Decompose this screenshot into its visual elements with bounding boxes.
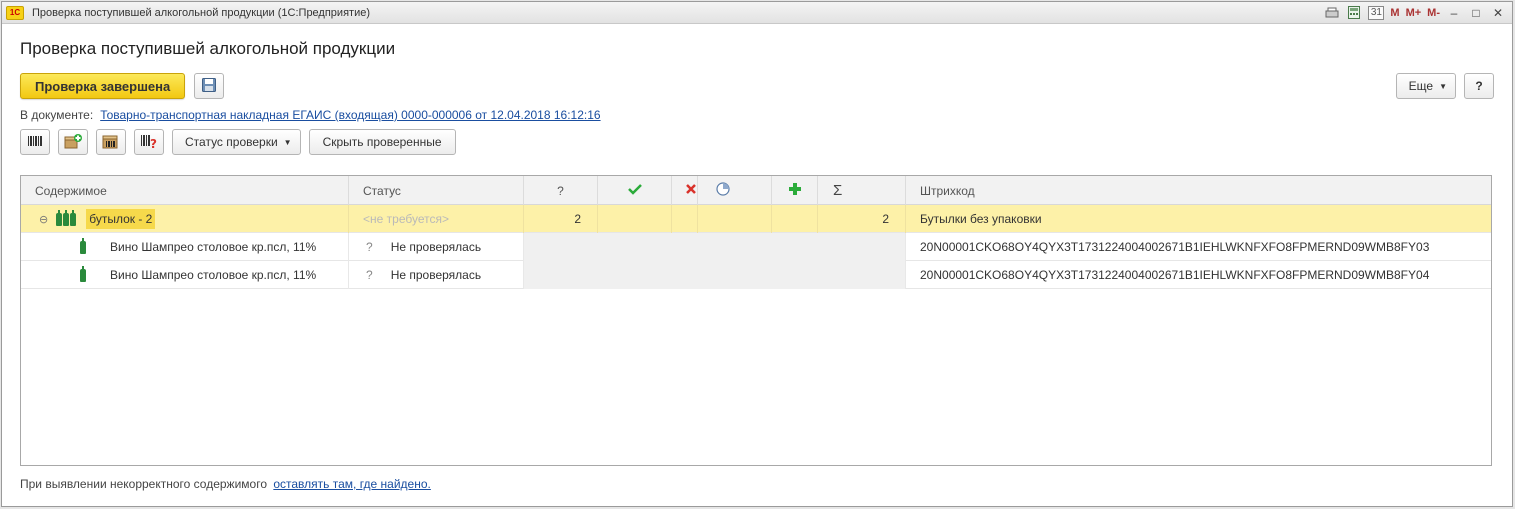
check-complete-button[interactable]: Проверка завершена — [20, 73, 186, 99]
column-header-total[interactable]: Σ — [818, 176, 906, 205]
cross-icon — [686, 183, 696, 198]
check-icon — [627, 183, 642, 198]
table-header: Содержимое Статус ? Σ Штрихкод — [21, 176, 1491, 205]
unknown-barcode-button[interactable]: ? — [134, 129, 164, 155]
memory-m-button[interactable]: M — [1390, 7, 1399, 19]
group-status-cell: <не требуется> — [349, 205, 524, 233]
hide-checked-button[interactable]: Скрыть проверенные — [308, 129, 456, 155]
document-link[interactable]: Товарно-транспортная накладная ЕГАИС (вх… — [100, 108, 600, 122]
table-row[interactable]: Вино Шампрео столовое кр.псл, 11% ? Не п… — [21, 261, 1491, 289]
document-line: В документе: Товарно-транспортная наклад… — [20, 107, 1494, 123]
pie-chart-icon — [716, 182, 730, 199]
help-button[interactable]: ? — [1464, 73, 1494, 99]
counts-cell — [524, 233, 906, 261]
group-added-cell — [772, 205, 818, 233]
more-button[interactable]: Еще ▼ — [1395, 73, 1456, 99]
column-header-barcode[interactable]: Штрихкод — [906, 176, 1491, 205]
save-button[interactable] — [194, 73, 225, 99]
barcode-scan-icon — [27, 134, 43, 151]
group-checked-cell — [598, 205, 672, 233]
column-header-rejected[interactable] — [672, 176, 698, 205]
group-label: бутылок - 2 — [86, 209, 156, 229]
collapse-icon[interactable]: ⊖ — [39, 213, 48, 226]
group-status: <не требуется> — [363, 212, 449, 226]
window-title: Проверка поступившей алкогольной продукц… — [32, 6, 370, 19]
content-cell: Вино Шампрео столовое кр.псл, 11% — [21, 261, 349, 289]
group-partial-cell — [698, 205, 772, 233]
column-header-partial[interactable] — [698, 176, 772, 205]
app-logo-icon: 1С — [6, 5, 24, 20]
group-total: 2 — [818, 205, 906, 233]
package-barcode-icon — [102, 133, 120, 152]
column-header-content[interactable]: Содержимое — [21, 176, 349, 205]
save-icon — [202, 77, 217, 95]
footer-text: При выявлении некорректного содержимого — [20, 477, 267, 491]
svg-text:?: ? — [150, 137, 157, 149]
check-status-button[interactable]: Статус проверки ▼ — [172, 129, 301, 155]
minimize-icon[interactable]: ‒ — [1446, 6, 1462, 20]
contents-table: Содержимое Статус ? Σ Штрихкод ⊖ бутылок… — [20, 175, 1492, 466]
column-header-checked[interactable] — [598, 176, 672, 205]
title-bar: 1С Проверка поступившей алкогольной прод… — [2, 2, 1512, 24]
column-header-unknown[interactable]: ? — [524, 176, 598, 205]
item-status: Не проверялась — [390, 268, 482, 282]
status-cell: ? Не проверялась — [349, 233, 524, 261]
close-icon[interactable]: ✕ — [1490, 6, 1506, 20]
bottle-icon — [80, 237, 86, 254]
maximize-icon[interactable]: □ — [1468, 6, 1484, 20]
plus-icon — [788, 183, 801, 198]
group-content-cell: ⊖ бутылок - 2 — [21, 205, 349, 233]
group-barcode: Бутылки без упаковки — [920, 212, 1042, 226]
memory-mminus-button[interactable]: M- — [1427, 7, 1440, 19]
more-button-label: Еще — [1408, 79, 1434, 93]
check-status-label: Статус проверки — [185, 135, 278, 149]
column-header-status[interactable]: Статус — [349, 176, 524, 205]
add-package-button[interactable] — [58, 129, 88, 155]
question-icon: ? — [366, 240, 373, 254]
app-window: 1С Проверка поступившей алкогольной прод… — [1, 1, 1513, 507]
chevron-down-icon: ▼ — [283, 137, 292, 147]
bottles-group-icon — [56, 209, 77, 226]
item-barcode: 20N00001CKO68OY4QYX3T1731224004002671B1I… — [920, 268, 1430, 282]
grid-toolbar: ? Статус проверки ▼ Скрыть проверенные — [20, 129, 1494, 155]
chevron-down-icon: ▼ — [1439, 81, 1447, 91]
table-row-group[interactable]: ⊖ бутылок - 2 <не требуется> 2 2 Бутылки… — [21, 205, 1491, 233]
package-add-icon — [64, 133, 82, 152]
item-barcode: 20N00001CKO68OY4QYX3T1731224004002671B1I… — [920, 240, 1430, 254]
memory-mplus-button[interactable]: M+ — [1406, 7, 1422, 19]
content-cell: Вино Шампрео столовое кр.псл, 11% — [21, 233, 349, 261]
package-barcode-button[interactable] — [96, 129, 126, 155]
table-row[interactable]: Вино Шампрео столовое кр.псл, 11% ? Не п… — [21, 233, 1491, 261]
calendar-icon[interactable]: 31 — [1368, 5, 1385, 20]
group-unknown-count: 2 — [524, 205, 598, 233]
calculator-icon[interactable] — [1346, 6, 1362, 20]
sigma-icon: Σ — [833, 182, 843, 199]
status-cell: ? Не проверялась — [349, 261, 524, 289]
column-header-added[interactable] — [772, 176, 818, 205]
main-toolbar: Проверка завершена Еще ▼ ? — [20, 73, 1494, 99]
group-rejected-cell — [672, 205, 698, 233]
footer-link[interactable]: оставлять там, где найдено. — [273, 477, 431, 491]
barcode-question-icon: ? — [140, 133, 158, 152]
item-status: Не проверялась — [390, 240, 482, 254]
item-name: Вино Шампрео столовое кр.псл, 11% — [110, 268, 317, 282]
bottle-icon — [80, 265, 86, 282]
print-icon[interactable] — [1324, 6, 1340, 20]
footer-note: При выявлении некорректного содержимого … — [20, 477, 431, 491]
question-icon: ? — [366, 268, 373, 282]
item-name: Вино Шампрео столовое кр.псл, 11% — [110, 240, 317, 254]
document-label: В документе: — [20, 108, 94, 122]
counts-cell — [524, 261, 906, 289]
scan-barcode-button[interactable] — [20, 129, 50, 155]
page-title: Проверка поступившей алкогольной продукц… — [20, 39, 396, 58]
